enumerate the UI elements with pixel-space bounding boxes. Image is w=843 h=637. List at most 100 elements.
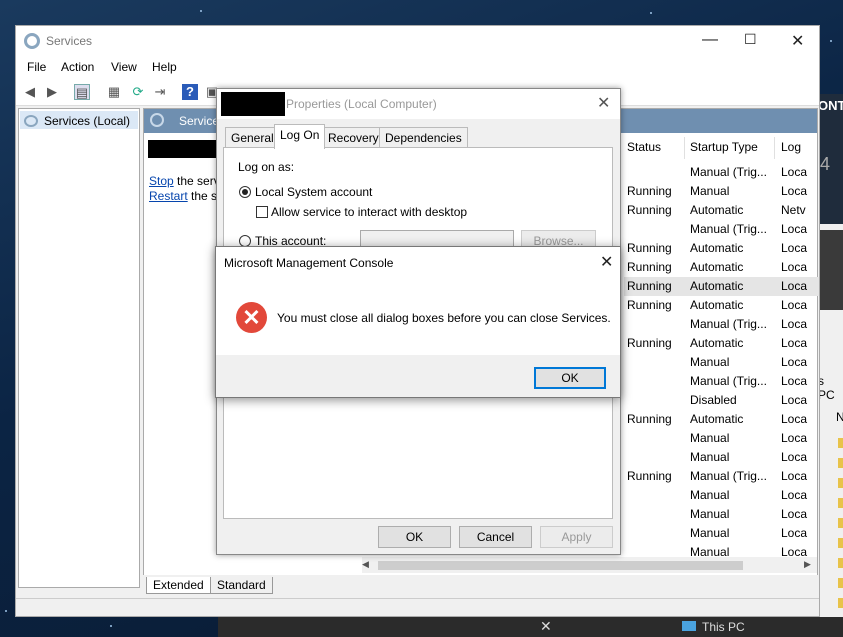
startup-type-cell[interactable]: Manual — [690, 488, 729, 502]
column-header-startup-type[interactable]: Startup Type — [690, 140, 758, 154]
properties-title-bar[interactable]: Properties (Local Computer) ✕ — [217, 89, 620, 119]
log-on-as-cell[interactable]: Loca — [781, 526, 807, 540]
restart-service-link[interactable]: Restart — [149, 189, 188, 203]
ok-button[interactable]: OK — [378, 526, 451, 548]
startup-type-cell[interactable]: Automatic — [690, 241, 743, 255]
background-pc-label: s PC — [818, 374, 835, 402]
tab-extended[interactable]: Extended — [146, 577, 211, 594]
tree-item-services-local[interactable]: Services (Local) — [20, 111, 138, 129]
mmc-message-box: Microsoft Management Console ✕ ✕ You mus… — [215, 246, 621, 398]
allow-interact-checkbox[interactable] — [256, 206, 268, 218]
log-on-as-cell[interactable]: Loca — [781, 222, 807, 236]
gear-icon — [24, 33, 40, 49]
log-on-as-cell[interactable]: Loca — [781, 393, 807, 407]
log-on-as-cell[interactable]: Loca — [781, 469, 807, 483]
startup-type-cell[interactable]: Automatic — [690, 203, 743, 217]
close-icon[interactable]: ✕ — [791, 31, 804, 51]
scroll-right-icon[interactable]: ▶ — [804, 559, 811, 570]
startup-type-cell[interactable]: Manual — [690, 507, 729, 521]
horizontal-scroll-thumb[interactable] — [378, 561, 743, 570]
startup-type-cell[interactable]: Manual (Trig... — [690, 374, 767, 388]
status-cell[interactable]: Running — [627, 241, 672, 255]
help-icon[interactable]: ? — [182, 84, 198, 100]
log-on-as-cell[interactable]: Loca — [781, 450, 807, 464]
log-on-as-cell[interactable]: Loca — [781, 374, 807, 388]
services-title-bar[interactable]: Services — ☐ ✕ — [16, 26, 819, 56]
startup-type-cell[interactable]: Manual — [690, 450, 729, 464]
scroll-left-icon[interactable]: ◀ — [362, 559, 369, 570]
menu-help[interactable]: Help — [152, 60, 177, 74]
refresh-icon[interactable]: ⟳ — [130, 84, 146, 100]
column-header-log-on-as[interactable]: Log — [781, 140, 801, 154]
column-separator[interactable] — [774, 137, 775, 159]
log-on-as-cell[interactable]: Loca — [781, 260, 807, 274]
log-on-as-cell[interactable]: Loca — [781, 507, 807, 521]
back-arrow-icon[interactable]: ◀ — [22, 84, 38, 100]
redacted-title — [221, 92, 285, 116]
export-list-icon[interactable]: ⇥ — [152, 84, 168, 100]
stop-service-link[interactable]: Stop — [149, 174, 174, 188]
status-cell[interactable]: Running — [627, 336, 672, 350]
local-system-label: Local System account — [255, 185, 373, 199]
startup-type-cell[interactable]: Manual — [690, 184, 729, 198]
log-on-as-cell[interactable]: Loca — [781, 317, 807, 331]
status-cell[interactable]: Running — [627, 412, 672, 426]
startup-type-cell[interactable]: Manual (Trig... — [690, 222, 767, 236]
log-on-as-cell[interactable]: Netv — [781, 203, 806, 217]
menu-file[interactable]: File — [27, 60, 46, 74]
column-header-status[interactable]: Status — [627, 140, 661, 154]
forward-arrow-icon[interactable]: ▶ — [44, 84, 60, 100]
startup-type-cell[interactable]: Manual — [690, 526, 729, 540]
folder-icon — [838, 478, 843, 488]
status-cell[interactable]: Running — [627, 298, 672, 312]
close-icon[interactable]: ✕ — [597, 93, 610, 113]
menu-action[interactable]: Action — [61, 60, 94, 74]
tab-recovery[interactable]: Recovery — [322, 127, 385, 148]
startup-type-cell[interactable]: Disabled — [690, 393, 737, 407]
ok-button[interactable]: OK — [534, 367, 606, 389]
close-icon[interactable]: ✕ — [600, 252, 613, 272]
startup-type-cell[interactable]: Automatic — [690, 336, 743, 350]
status-cell[interactable]: Running — [627, 469, 672, 483]
status-cell[interactable]: Running — [627, 279, 672, 293]
status-cell[interactable]: Running — [627, 203, 672, 217]
startup-type-cell[interactable]: Manual (Trig... — [690, 469, 767, 483]
startup-type-cell[interactable]: Automatic — [690, 279, 743, 293]
tab-standard[interactable]: Standard — [210, 577, 273, 594]
log-on-as-cell[interactable]: Loca — [781, 488, 807, 502]
startup-type-cell[interactable]: Manual — [690, 431, 729, 445]
startup-type-cell[interactable]: Manual (Trig... — [690, 317, 767, 331]
log-on-as-cell[interactable]: Loca — [781, 165, 807, 179]
star — [200, 10, 202, 12]
folder-icon — [838, 598, 843, 608]
startup-type-cell[interactable]: Manual (Trig... — [690, 165, 767, 179]
log-on-as-cell[interactable]: Loca — [781, 184, 807, 198]
status-cell[interactable]: Running — [627, 184, 672, 198]
apply-button[interactable]: Apply — [540, 526, 613, 548]
close-icon[interactable]: ✕ — [540, 618, 552, 635]
startup-type-cell[interactable]: Automatic — [690, 260, 743, 274]
console-tree-icon[interactable]: ▤ — [74, 84, 90, 100]
log-on-as-cell[interactable]: Loca — [781, 412, 807, 426]
log-on-as-cell[interactable]: Loca — [781, 241, 807, 255]
tab-log-on[interactable]: Log On — [274, 124, 326, 149]
this-pc-label[interactable]: This PC — [702, 620, 745, 634]
startup-type-cell[interactable]: Automatic — [690, 412, 743, 426]
status-cell[interactable]: Running — [627, 260, 672, 274]
menu-view[interactable]: View — [111, 60, 137, 74]
maximize-icon[interactable]: ☐ — [744, 31, 757, 48]
minimize-icon[interactable]: — — [702, 31, 718, 49]
tab-general[interactable]: General — [225, 127, 280, 148]
log-on-as-cell[interactable]: Loca — [781, 298, 807, 312]
log-on-as-cell[interactable]: Loca — [781, 279, 807, 293]
local-system-radio[interactable] — [239, 186, 251, 198]
startup-type-cell[interactable]: Automatic — [690, 298, 743, 312]
properties-icon[interactable]: ▦ — [106, 84, 122, 100]
cancel-button[interactable]: Cancel — [459, 526, 532, 548]
column-separator[interactable] — [684, 137, 685, 159]
tab-dependencies[interactable]: Dependencies — [379, 127, 468, 148]
log-on-as-cell[interactable]: Loca — [781, 336, 807, 350]
log-on-as-cell[interactable]: Loca — [781, 431, 807, 445]
log-on-as-cell[interactable]: Loca — [781, 355, 807, 369]
startup-type-cell[interactable]: Manual — [690, 355, 729, 369]
